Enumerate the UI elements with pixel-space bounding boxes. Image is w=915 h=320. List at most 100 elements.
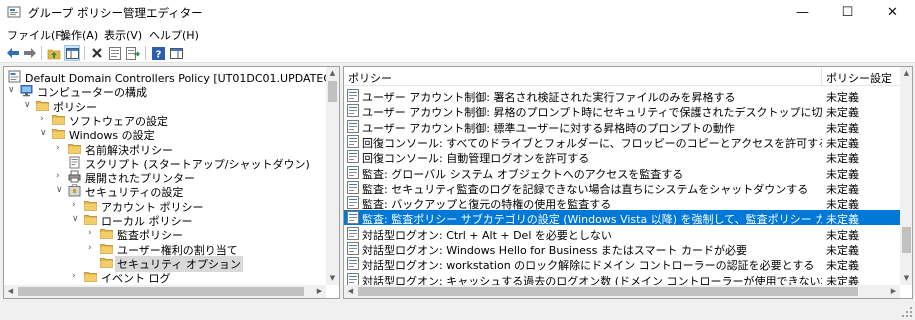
scroll-left-arrow-icon[interactable]: ◀ xyxy=(344,285,357,298)
tree-item[interactable]: › 名前解決ポリシー xyxy=(4,141,330,157)
toolbar: ? xyxy=(0,43,915,63)
policy-setting-icon xyxy=(347,134,359,148)
tree-horizontal-scrollbar[interactable]: ◀ ▶ xyxy=(4,285,326,298)
scroll-right-arrow-icon[interactable]: ▶ xyxy=(313,285,326,298)
expand-toggle-icon[interactable]: ∨ xyxy=(8,85,17,96)
menu-bar: ファイル(F) 操作(A) 表示(V) ヘルプ(H) xyxy=(0,24,915,43)
show-hide-action-pane-button[interactable] xyxy=(168,45,184,61)
expand-toggle-icon[interactable]: › xyxy=(72,271,81,282)
scroll-thumb[interactable] xyxy=(328,81,337,102)
minimize-button[interactable]: — xyxy=(780,0,825,24)
forward-icon xyxy=(24,48,36,58)
expand-toggle-icon[interactable]: › xyxy=(56,171,65,182)
scroll-up-arrow-icon[interactable]: ▲ xyxy=(900,67,912,80)
scroll-thumb[interactable] xyxy=(18,287,304,296)
maximize-button[interactable]: ☐ xyxy=(825,0,870,24)
list-horizontal-scrollbar[interactable]: ◀ ▶ xyxy=(344,285,900,298)
expand-toggle-icon[interactable]: › xyxy=(88,228,97,239)
tree-item[interactable]: › アカウント ポリシー xyxy=(4,198,330,214)
help-button[interactable]: ? xyxy=(150,45,166,61)
expand-toggle-icon[interactable]: › xyxy=(56,143,65,154)
scroll-thumb[interactable] xyxy=(358,287,858,296)
policy-setting-icon xyxy=(347,119,359,133)
tree-item[interactable]: ∨ Windows の設定 xyxy=(4,126,330,142)
policy-row[interactable]: 監査: グローバル システム オブジェクトへのアクセスを監査する 未定義 xyxy=(344,165,900,181)
policy-setting-icon xyxy=(347,104,359,118)
group-policy-app-icon xyxy=(7,6,21,18)
tree-item[interactable]: ∨ セキュリティの設定 xyxy=(4,183,330,199)
expand-toggle-icon[interactable]: ∨ xyxy=(24,100,33,111)
scroll-left-arrow-icon[interactable]: ◀ xyxy=(4,285,17,298)
list-vertical-scrollbar[interactable]: ▲ ▼ xyxy=(900,67,912,285)
back-button[interactable] xyxy=(5,45,21,61)
export-list-button[interactable] xyxy=(125,45,141,61)
policy-row[interactable]: 回復コンソール: 自動管理ログオンを許可する 未定義 xyxy=(344,149,900,165)
scroll-thumb[interactable] xyxy=(902,227,911,253)
properties-icon xyxy=(109,46,121,60)
policy-setting-icon xyxy=(347,89,359,102)
policy-row[interactable]: 監査: 監査ポリシー サブカテゴリの設定 (Windows Vista 以降) … xyxy=(344,210,900,226)
policy-row[interactable]: 監査: バックアップと復元の特権の使用を監査する 未定義 xyxy=(344,195,900,211)
tree-item[interactable]: ∨ ポリシー xyxy=(4,98,330,114)
expand-toggle-icon[interactable]: ∨ xyxy=(40,128,49,139)
toolbar-separator xyxy=(84,46,85,60)
expand-toggle-icon[interactable]: ∨ xyxy=(72,214,81,225)
forward-button[interactable] xyxy=(22,45,38,61)
policy-setting-icon xyxy=(347,211,359,225)
list-header: ポリシー ポリシー設定 xyxy=(344,67,900,86)
menu-view[interactable]: 表示(V) xyxy=(104,27,142,43)
tree-item[interactable]: セキュリティ オプション xyxy=(4,255,330,272)
expand-toggle-icon[interactable]: › xyxy=(72,200,81,211)
up-folder-button[interactable] xyxy=(46,45,62,61)
expand-toggle-icon[interactable]: ∨ xyxy=(56,185,65,196)
policy-row[interactable]: ユーザー アカウント制御: 標準ユーザーに対する昇格時のプロンプトの動作 未定義 xyxy=(344,119,900,135)
delete-icon xyxy=(92,48,102,58)
tree-item[interactable]: ∨ ローカル ポリシー xyxy=(4,212,330,228)
expand-toggle-icon[interactable]: › xyxy=(88,243,97,254)
scroll-right-arrow-icon[interactable]: ▶ xyxy=(887,285,900,298)
toolbar-separator xyxy=(145,46,146,60)
menu-action[interactable]: 操作(A) xyxy=(60,27,98,43)
delete-button[interactable] xyxy=(89,45,105,61)
tree-item[interactable]: › ソフトウェアの設定 xyxy=(4,112,330,128)
scroll-down-arrow-icon[interactable]: ▼ xyxy=(900,272,912,285)
column-header-policy[interactable]: ポリシー xyxy=(348,70,392,86)
tree-item[interactable]: › ユーザー権利の割り当て xyxy=(4,241,330,257)
scroll-up-arrow-icon[interactable]: ▲ xyxy=(326,67,339,80)
column-header-setting[interactable]: ポリシー設定 xyxy=(826,70,892,86)
tree-item[interactable]: › 展開されたプリンター xyxy=(4,169,330,185)
policy-row[interactable]: 監査: セキュリティ監査のログを記録できない場合は直ちにシステムをシャットダウン… xyxy=(344,180,900,196)
policy-row[interactable]: 対話型ログオン: workstation のロック解除にドメイン コントローラー… xyxy=(344,256,900,272)
tree-item[interactable]: スクリプト (スタートアップ/シャットダウン) xyxy=(4,155,330,171)
scroll-down-arrow-icon[interactable]: ▼ xyxy=(326,272,339,285)
tree-vertical-scrollbar[interactable]: ▲ ▼ xyxy=(326,67,339,285)
policy-row[interactable]: ユーザー アカウント制御: 署名され検証された実行ファイルのみを昇格する 未定義 xyxy=(344,88,900,104)
policy-list[interactable]: ポリシー ポリシー設定 ユーザー アカウント制御: 署名され検証された実行ファイ… xyxy=(343,66,913,299)
tree-item[interactable]: › 監査ポリシー xyxy=(4,226,330,242)
toolbar-separator xyxy=(41,46,42,60)
close-button[interactable]: ✕ xyxy=(870,0,915,24)
console-tree[interactable]: Default Domain Controllers Policy [UT01D… xyxy=(3,66,340,299)
tree-item[interactable]: Default Domain Controllers Policy [UT01D… xyxy=(4,69,339,85)
policy-row[interactable]: ユーザー アカウント制御: 昇格のプロンプト時にセキュリティで保護されたデスクト… xyxy=(344,103,900,119)
column-divider[interactable] xyxy=(821,67,822,86)
menu-help[interactable]: ヘルプ(H) xyxy=(149,27,199,43)
tree-item[interactable]: › イベント ログ xyxy=(4,269,330,286)
resize-grip-icon[interactable] xyxy=(902,307,913,318)
tree-item-label: イベント ログ xyxy=(101,272,171,286)
menu-file[interactable]: ファイル(F) xyxy=(7,27,66,43)
policy-row[interactable]: 回復コンソール: すべてのドライブとフォルダーに、フロッピーのコピーとアクセスを… xyxy=(344,134,900,150)
policy-setting-icon xyxy=(347,226,359,240)
minimize-icon: — xyxy=(796,4,809,20)
help-icon: ? xyxy=(151,46,165,60)
policy-row[interactable]: 対話型ログオン: Ctrl + Alt + Del を必要としない 未定義 xyxy=(344,226,900,242)
show-hide-tree-icon xyxy=(65,47,79,59)
expand-toggle-icon[interactable]: › xyxy=(40,114,49,125)
tree-item[interactable]: ∨ コンピューターの構成 xyxy=(4,83,330,99)
show-hide-tree-button[interactable] xyxy=(64,45,80,61)
policy-row[interactable]: 対話型ログオン: Windows Hello for Business またはス… xyxy=(344,241,900,257)
show-hide-action-pane-icon xyxy=(169,47,183,59)
window-title: グループ ポリシー管理エディター xyxy=(28,6,203,20)
properties-button[interactable] xyxy=(107,45,123,61)
close-icon: ✕ xyxy=(887,4,898,20)
